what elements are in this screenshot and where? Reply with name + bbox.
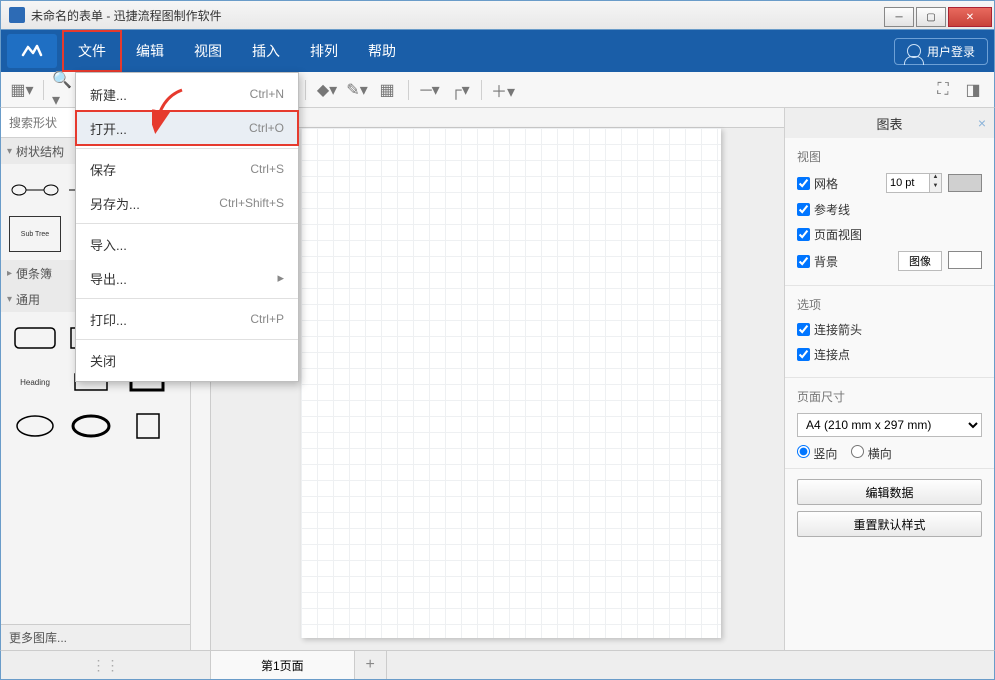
maximize-button[interactable]: ▢ (916, 7, 946, 27)
page-tab-1[interactable]: 第1页面 (211, 651, 355, 679)
fullscreen-button[interactable]: ⛶ (930, 77, 956, 103)
layout-dropdown[interactable]: ▦▾ (9, 77, 35, 103)
chevron-right-icon: ▸ (7, 268, 12, 279)
menu-save[interactable]: 保存Ctrl+S (76, 152, 298, 186)
menu-view[interactable]: 视图 (179, 31, 237, 71)
landscape-radio[interactable] (851, 445, 864, 458)
separator (76, 148, 298, 149)
image-button[interactable]: 图像 (898, 251, 942, 271)
menu-print[interactable]: 打印...Ctrl+P (76, 302, 298, 336)
add-page-tab[interactable]: + (355, 651, 387, 679)
shape-ellipse-bold[interactable] (65, 408, 117, 444)
guides-checkbox[interactable] (797, 203, 810, 216)
separator (408, 80, 409, 100)
portrait-radio[interactable] (797, 445, 810, 458)
separator (305, 80, 306, 100)
login-label: 用户登录 (927, 43, 975, 60)
menu-arrange[interactable]: 排列 (295, 31, 353, 71)
app-logo[interactable] (7, 34, 57, 68)
bottom-tabbar: ⋮⋮ 第1页面 + (0, 650, 995, 680)
tab-drag-handle[interactable]: ⋮⋮ (1, 651, 211, 679)
format-panel-button[interactable]: ◨ (960, 77, 986, 103)
app-icon (9, 7, 25, 23)
menubar: 文件 编辑 视图 插入 排列 帮助 用户登录 (0, 30, 995, 72)
insert-button[interactable]: ＋▾ (490, 77, 516, 103)
pageview-label: 页面视图 (814, 226, 862, 243)
section-general-label: 通用 (16, 291, 40, 308)
menu-open[interactable]: 打开...Ctrl+O (76, 111, 298, 145)
menu-file[interactable]: 文件 (63, 31, 121, 71)
conn-arrow-checkbox[interactable] (797, 323, 810, 336)
conn-arrow-label: 连接箭头 (814, 321, 862, 338)
diagram-title: 图表 (876, 114, 902, 133)
menu-help[interactable]: 帮助 (353, 31, 411, 71)
minimize-button[interactable]: ─ (884, 7, 914, 27)
menu-new[interactable]: 新建...Ctrl+N (76, 77, 298, 111)
conn-point-label: 连接点 (814, 346, 850, 363)
separator (76, 298, 298, 299)
grid-size-input[interactable] (886, 173, 930, 193)
right-panel: 图表 × 视图 网格 ▲▼ 参考线 页面视图 背景 图像 (784, 108, 994, 650)
pageview-checkbox[interactable] (797, 228, 810, 241)
close-button[interactable]: ✕ (948, 7, 992, 27)
guides-label: 参考线 (814, 201, 850, 218)
shape-rect-round[interactable] (9, 320, 61, 356)
grid-color-swatch[interactable] (948, 174, 982, 192)
close-panel-icon[interactable]: × (978, 115, 986, 131)
shadow-button[interactable]: ▦ (374, 77, 400, 103)
file-dropdown: 新建...Ctrl+N 打开...Ctrl+O 保存Ctrl+S 另存为...C… (75, 72, 299, 382)
login-button[interactable]: 用户登录 (894, 38, 988, 65)
waypoint-style[interactable]: ┌▾ (447, 77, 473, 103)
menu-edit[interactable]: 编辑 (121, 31, 179, 71)
edit-data-button[interactable]: 编辑数据 (797, 479, 982, 505)
shape-square[interactable] (121, 408, 173, 444)
grid-checkbox[interactable] (797, 177, 810, 190)
window-controls: ─ ▢ ✕ (884, 3, 994, 27)
window-title: 未命名的表单 - 迅捷流程图制作软件 (31, 7, 222, 24)
connector-style[interactable]: ─▾ (417, 77, 443, 103)
titlebar: 未命名的表单 - 迅捷流程图制作软件 ─ ▢ ✕ (0, 0, 995, 30)
menu-close[interactable]: 关闭 (76, 343, 298, 377)
separator (76, 223, 298, 224)
reset-style-button[interactable]: 重置默认样式 (797, 511, 982, 537)
shape-ellipse[interactable] (9, 408, 61, 444)
options-section: 选项 连接箭头 连接点 (785, 286, 994, 378)
right-panel-title: 图表 × (785, 108, 994, 138)
separator (481, 80, 482, 100)
portrait-label: 竖向 (813, 447, 837, 461)
background-label: 背景 (814, 253, 838, 270)
grid-size-spinner[interactable]: ▲▼ (930, 173, 942, 193)
section-scratch-label: 便条簿 (16, 265, 52, 282)
pagesize-section: 页面尺寸 A4 (210 mm x 297 mm) 竖向 横向 (785, 378, 994, 469)
grid-label: 网格 (814, 175, 838, 192)
line-color-button[interactable]: ✎▾ (344, 77, 370, 103)
submenu-arrow-icon: ▸ (277, 270, 284, 286)
pagesize-heading: 页面尺寸 (797, 388, 982, 405)
shape-tree-1[interactable] (9, 172, 61, 208)
fill-color-button[interactable]: ◆▾ (314, 77, 340, 103)
chevron-down-icon: ▾ (7, 146, 12, 157)
user-icon (907, 44, 921, 58)
landscape-label: 横向 (868, 447, 892, 461)
view-heading: 视图 (797, 148, 982, 165)
background-checkbox[interactable] (797, 255, 810, 268)
menu-saveas[interactable]: 另存为...Ctrl+Shift+S (76, 186, 298, 220)
separator (76, 339, 298, 340)
menu-insert[interactable]: 插入 (237, 31, 295, 71)
menu-export[interactable]: 导出...▸ (76, 261, 298, 295)
view-section: 视图 网格 ▲▼ 参考线 页面视图 背景 图像 (785, 138, 994, 286)
conn-point-checkbox[interactable] (797, 348, 810, 361)
options-heading: 选项 (797, 296, 982, 313)
separator (43, 80, 44, 100)
more-libraries[interactable]: 更多图库... (1, 624, 190, 650)
bg-color-swatch[interactable] (948, 251, 982, 269)
chevron-down-icon: ▾ (7, 294, 12, 305)
canvas-page[interactable] (301, 128, 721, 638)
shape-subtree[interactable]: Sub Tree (9, 216, 61, 252)
pagesize-select[interactable]: A4 (210 mm x 297 mm) (797, 413, 982, 437)
menu-import[interactable]: 导入... (76, 227, 298, 261)
shape-heading[interactable]: Heading (9, 364, 61, 400)
actions-section: 编辑数据 重置默认样式 (785, 469, 994, 549)
section-tree-label: 树状结构 (16, 143, 64, 160)
